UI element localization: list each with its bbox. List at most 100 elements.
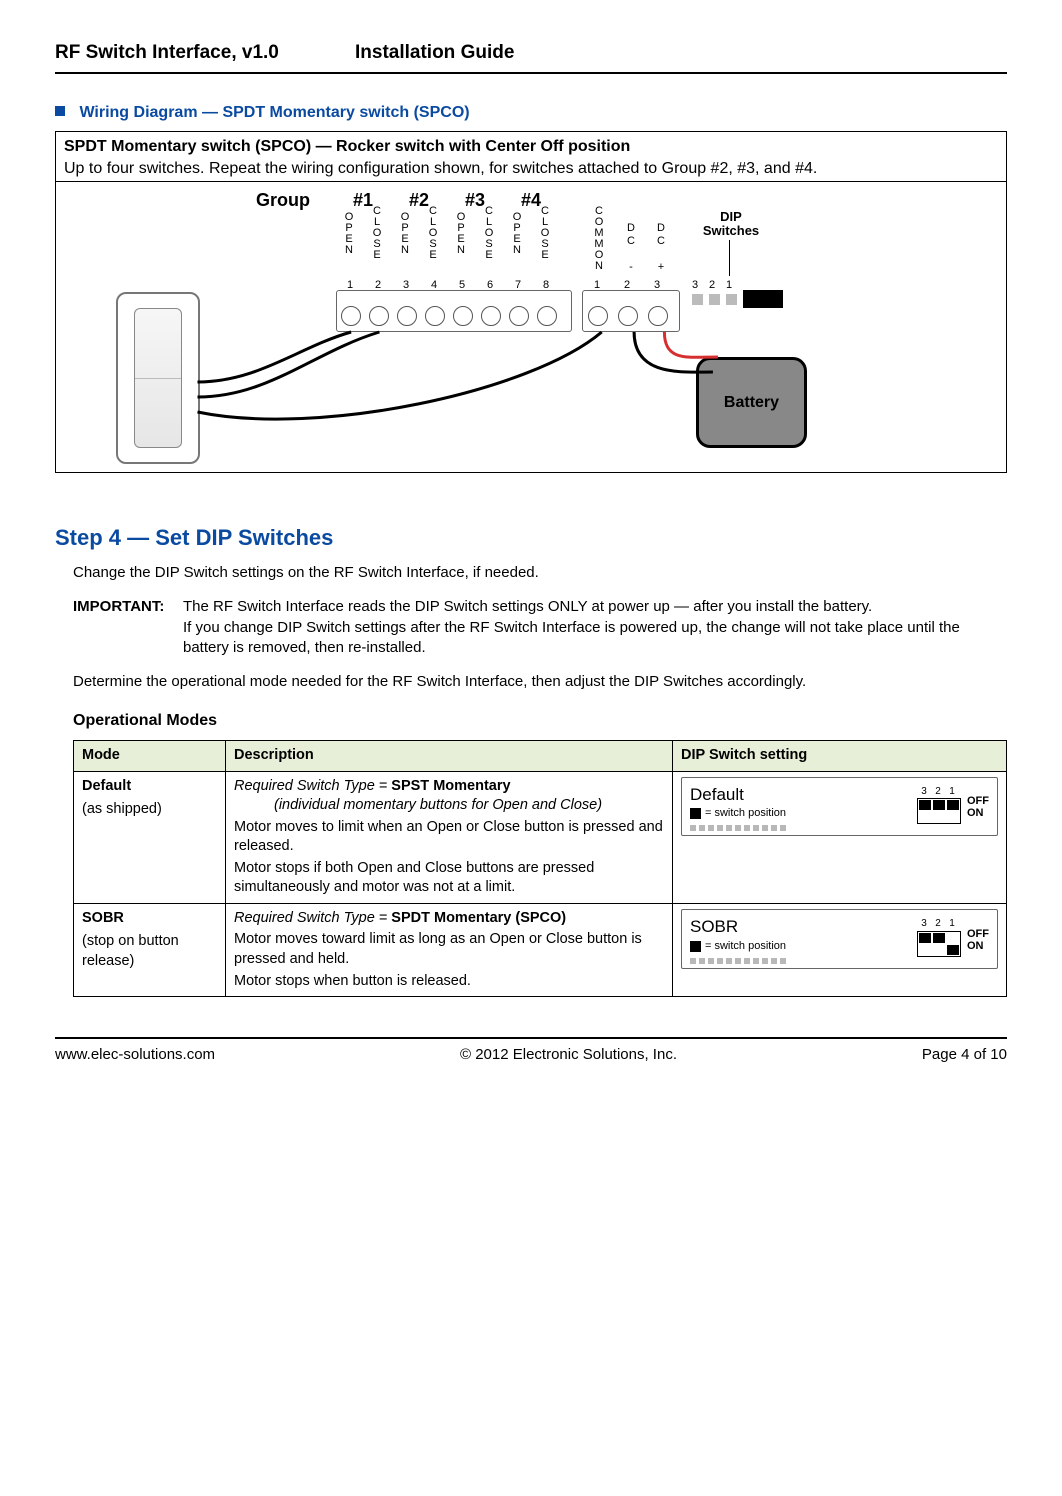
rocker-switch [116, 292, 200, 464]
product-name: RF Switch Interface, v1.0 [55, 40, 355, 66]
dip-num-2: 2 [705, 278, 719, 293]
wiring-heading-text: Wiring Diagram — SPDT Momentary switch (… [79, 104, 469, 121]
term8-num-2: 2 [371, 278, 385, 293]
wiring-panel: SPDT Momentary switch (SPCO) — Rocker sw… [55, 131, 1007, 473]
wiring-panel-title: SPDT Momentary switch (SPCO) — Rocker sw… [64, 136, 998, 158]
header-rule [55, 72, 1007, 74]
dip-switches-label: DIPSwitches [696, 210, 766, 238]
mode-sub: (stop on button release) [82, 932, 217, 971]
board-dots [690, 825, 907, 831]
dip-num-1: 1 [722, 278, 736, 293]
pin-label-2: CLOSE [372, 206, 382, 261]
battery: Battery [696, 357, 807, 448]
wiring-heading: Wiring Diagram — SPDT Momentary switch (… [55, 102, 1007, 124]
step4-determine: Determine the operational mode needed fo… [73, 672, 1007, 692]
pin-label-4: CLOSE [428, 206, 438, 261]
page-footer: www.elec-solutions.com © 2012 Electronic… [55, 1045, 1007, 1065]
dip-pad-3 [692, 294, 703, 305]
mode-cell: Default (as shipped) [74, 771, 226, 903]
req-sub: (individual momentary buttons for Open a… [274, 797, 602, 813]
pin-label-8: CLOSE [540, 206, 550, 261]
term8-num-7: 7 [511, 278, 525, 293]
dip-nums: 321 [917, 785, 961, 799]
term3-num-1: 1 [590, 278, 604, 293]
group-4: #4 [521, 188, 541, 212]
footer-copyright: © 2012 Electronic Solutions, Inc. [460, 1045, 677, 1065]
wiring-panel-head: SPDT Momentary switch (SPCO) — Rocker sw… [56, 132, 1006, 182]
pin-label-3: OPEN [400, 212, 410, 256]
dip-legend: = switch position [690, 806, 907, 821]
footer-url: www.elec-solutions.com [55, 1045, 215, 1065]
term8-num-4: 4 [427, 278, 441, 293]
dcplus-label: DC+ [656, 222, 666, 274]
term8-num-3: 3 [399, 278, 413, 293]
desc-b: Motor stops when button is released. [234, 972, 664, 992]
dip-nums: 321 [917, 917, 961, 931]
term8-num-8: 8 [539, 278, 553, 293]
important-body: The RF Switch Interface reads the DIP Sw… [183, 597, 1007, 658]
desc-cell: Required Switch Type = SPDT Momentary (S… [226, 903, 673, 996]
table-row: SOBR(stop on button release)Required Swi… [74, 903, 1007, 996]
group-label: Group [256, 188, 310, 212]
footer-rule [55, 1037, 1007, 1039]
group-1: #1 [353, 188, 373, 212]
doc-type: Installation Guide [355, 40, 1007, 66]
dip-setting-card: Default= switch position 321 OFFON [681, 777, 998, 837]
dip-name: SOBR [690, 916, 907, 939]
th-mode: Mode [74, 740, 226, 771]
modes-heading: Operational Modes [73, 710, 1007, 732]
req-line: Required Switch Type = [234, 910, 391, 926]
rocker-paddle [134, 308, 182, 448]
mode-sub: (as shipped) [82, 800, 217, 820]
term8-num-1: 1 [343, 278, 357, 293]
dip-grid [917, 798, 961, 824]
req-type: SPST Momentary [391, 778, 510, 794]
wiring-panel-sub: Up to four switches. Repeat the wiring c… [64, 158, 998, 180]
dip-setting-card: SOBR= switch position321OFFON [681, 909, 998, 969]
dip-pad-2 [709, 294, 720, 305]
req-type: SPDT Momentary (SPCO) [391, 910, 566, 926]
th-desc: Description [226, 740, 673, 771]
dcminus-label: DC- [626, 222, 636, 274]
term8-num-6: 6 [483, 278, 497, 293]
footer-page: Page 4 of 10 [922, 1045, 1007, 1065]
dip-num-3: 3 [688, 278, 702, 293]
table-header-row: Mode Description DIP Switch setting [74, 740, 1007, 771]
dip-legend: = switch position [690, 939, 907, 954]
mode-cell: SOBR (stop on button release) [74, 903, 226, 996]
dip-pad-1 [726, 294, 737, 305]
desc-cell: Required Switch Type = SPST Momentary (in… [226, 771, 673, 903]
page-header: RF Switch Interface, v1.0 Installation G… [55, 40, 1007, 66]
term8-num-5: 5 [455, 278, 469, 293]
step4-intro: Change the DIP Switch settings on the RF… [73, 563, 1007, 583]
pin-label-6: CLOSE [484, 206, 494, 261]
common-label: COMMON [594, 206, 604, 272]
pin-label-7: OPEN [512, 212, 522, 256]
group-3: #3 [465, 188, 485, 212]
th-dip: DIP Switch setting [673, 740, 1007, 771]
req-line: Required Switch Type = [234, 778, 391, 794]
dip-cell: Default= switch position 321 OFFON [673, 771, 1007, 903]
pin-label-1: OPEN [344, 212, 354, 256]
dip-name: Default [690, 784, 907, 807]
dip-pointer-line [729, 240, 730, 276]
step4-title: Step 4 — Set DIP Switches [55, 523, 1007, 553]
square-icon [690, 808, 701, 819]
mode-title: SOBR [82, 910, 124, 926]
dip-main-block [743, 290, 783, 308]
desc-b: Motor stops if both Open and Close butto… [234, 859, 664, 898]
group-2: #2 [409, 188, 429, 212]
board-dots [690, 958, 907, 964]
table-row: Default (as shipped) Required Switch Type … [74, 771, 1007, 903]
important-row: IMPORTANT: The RF Switch Interface reads… [73, 597, 1007, 658]
offon-labels: OFFON [967, 795, 989, 819]
important-label: IMPORTANT: [73, 597, 183, 658]
bullet-icon [55, 106, 65, 116]
modes-table: Mode Description DIP Switch setting Defa… [73, 740, 1007, 997]
term3-num-2: 2 [620, 278, 634, 293]
mode-title: Default [82, 778, 131, 794]
desc-a: Motor moves toward limit as long as an O… [234, 930, 664, 969]
dip-cell: SOBR= switch position321OFFON [673, 903, 1007, 996]
dip-grid [917, 931, 961, 957]
wiring-panel-body: Group #1 #2 #3 #4 OPEN CLOSE OPEN CLOSE OPEN… [56, 182, 1006, 472]
